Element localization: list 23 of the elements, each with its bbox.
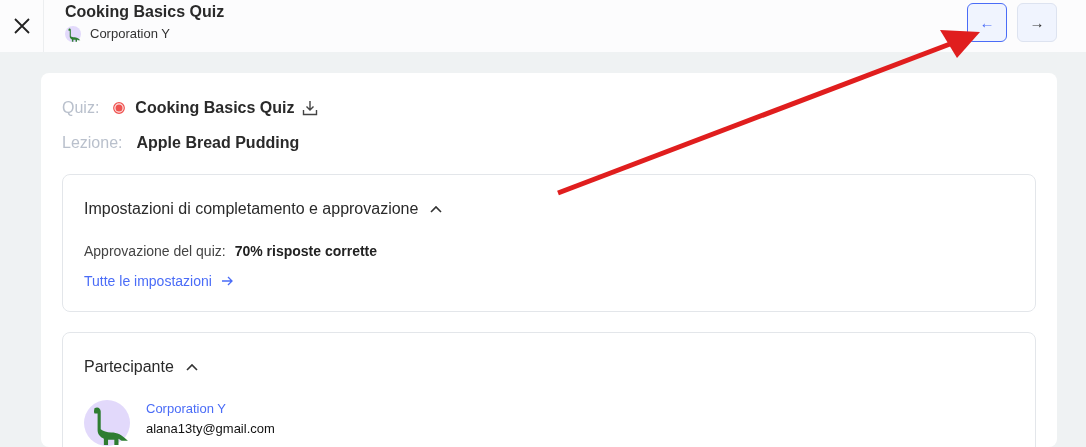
dinosaur-icon: [84, 400, 130, 446]
organization-name: Corporation Y: [90, 26, 170, 41]
field-label: Approvazione del quiz:: [84, 243, 226, 259]
next-button[interactable]: →: [1017, 3, 1057, 42]
section-title: Partecipante: [84, 358, 174, 376]
all-settings-link[interactable]: Tutte le impostazioni: [84, 273, 233, 289]
lesson-label: Lezione:: [62, 134, 123, 152]
participant-email: alana13ty@gmail.com: [146, 420, 275, 436]
field-value: 70% risposte corrette: [234, 243, 378, 259]
chevron-up-icon[interactable]: [185, 363, 198, 371]
download-icon[interactable]: [302, 100, 319, 116]
arrow-right-icon: [220, 276, 233, 286]
lesson-name: Apple Bread Pudding: [136, 134, 300, 152]
quiz-label: Quiz:: [62, 99, 100, 117]
dinosaur-icon: [65, 25, 81, 42]
previous-button[interactable]: ←: [967, 3, 1007, 42]
close-icon[interactable]: [13, 18, 30, 34]
participant-name[interactable]: Corporation Y: [146, 400, 275, 416]
status-dot-icon: [113, 102, 126, 114]
quiz-name: Cooking Basics Quiz: [135, 99, 295, 117]
chevron-up-icon[interactable]: [430, 205, 443, 213]
section-title: Impostazioni di completamento e approvazione: [84, 200, 419, 218]
quiz-title: Cooking Basics Quiz: [65, 2, 226, 21]
